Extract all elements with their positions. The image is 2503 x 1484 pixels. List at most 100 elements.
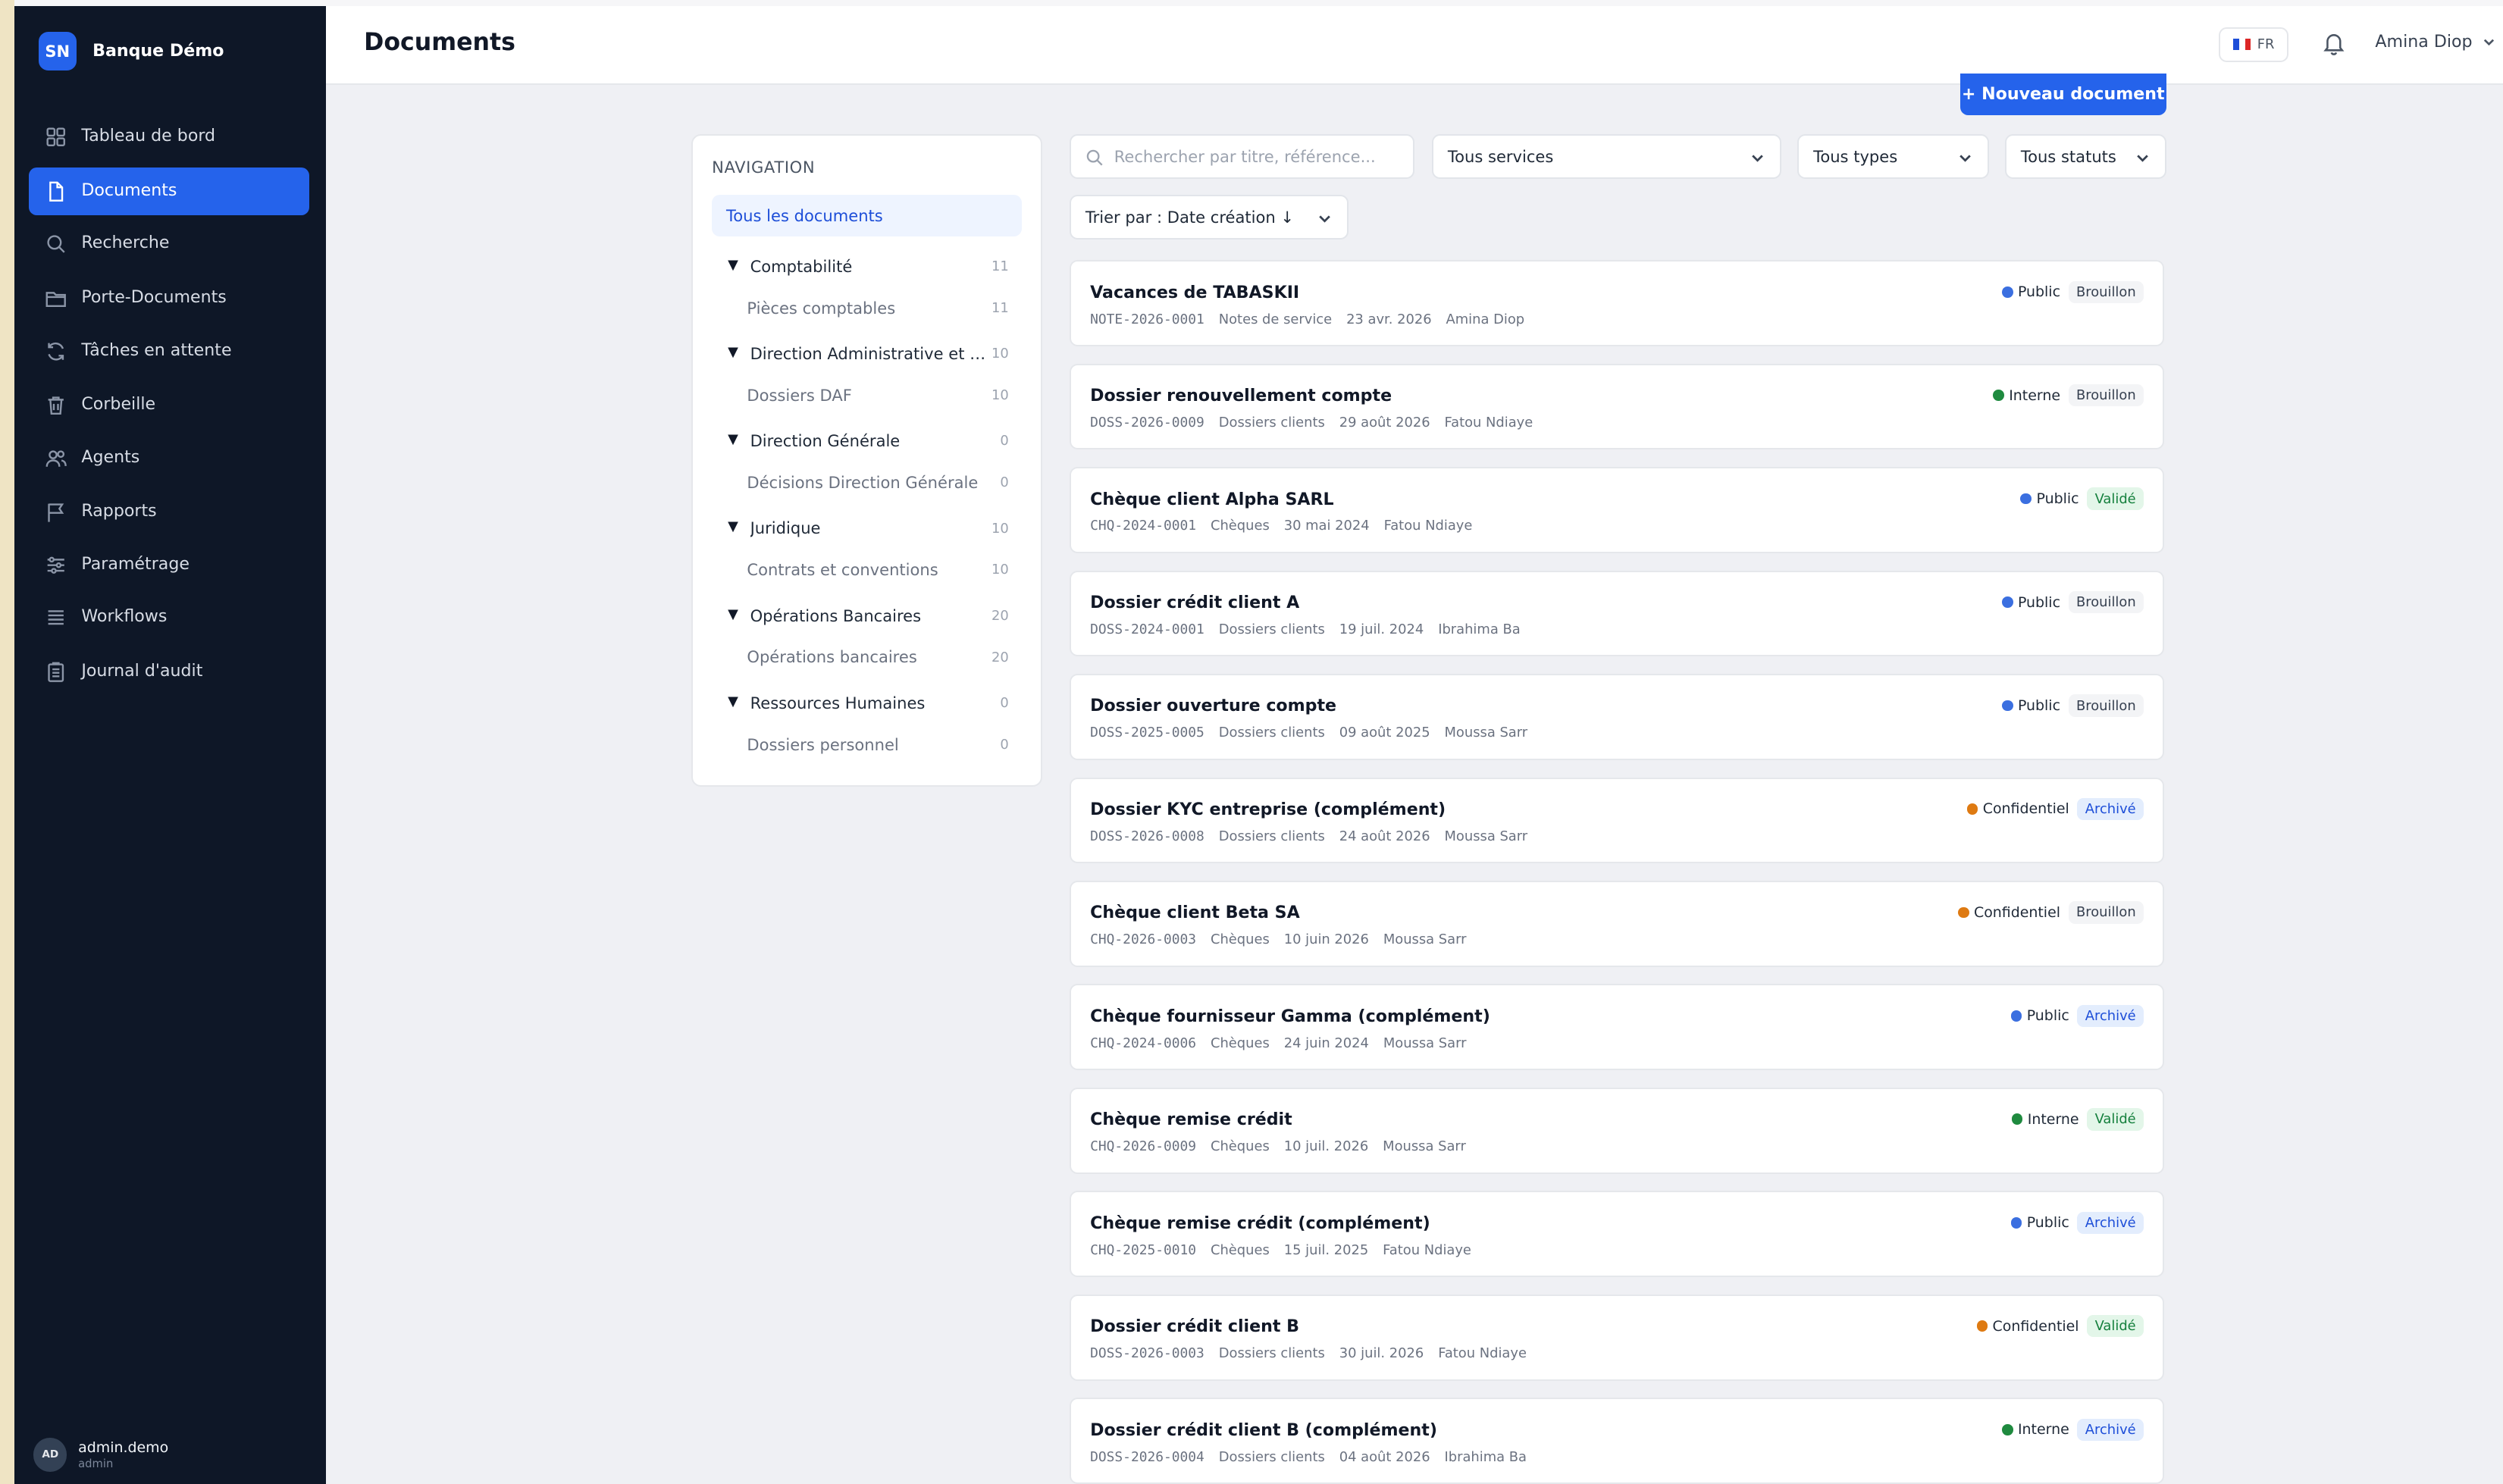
nav-group[interactable]: ▼ Direction Générale 0	[712, 427, 1022, 459]
brand[interactable]: SN Banque Démo	[38, 32, 224, 70]
nav-group[interactable]: ▼ Comptabilité 11	[712, 252, 1022, 284]
document-title: Dossier renouvellement compte	[1090, 386, 1392, 406]
services-select[interactable]: Tous services	[1431, 133, 1782, 179]
confidentiality-badge: Interne	[2011, 1111, 2079, 1128]
sidebar-item-porte-documents[interactable]: Porte-Documents	[29, 274, 310, 322]
document-badges: Public Archivé	[2010, 1211, 2144, 1235]
user-name: admin.demo	[78, 1439, 169, 1456]
document-title: Chèque fournisseur Gamma (complément)	[1090, 1006, 1490, 1026]
list-icon	[48, 610, 64, 625]
nav-group[interactable]: ▼ Juridique 10	[712, 514, 1022, 546]
document-badges: Interne Archivé	[2001, 1418, 2144, 1441]
nav-subitem[interactable]: Contrats et conventions 10	[712, 556, 1022, 587]
document-card[interactable]: Chèque client Alpha SARL CHQ-2024-0001 Chè…	[1069, 467, 2165, 553]
document-badges: Public Brouillon	[2001, 280, 2144, 303]
nav-group-count: 0	[1000, 433, 1009, 449]
nav-group-label: Direction Générale	[750, 431, 901, 451]
caret-down-icon: ▼	[728, 256, 738, 273]
statuses-select[interactable]: Tous statuts	[2004, 133, 2166, 179]
search-icon	[47, 235, 65, 254]
document-title: Dossier crédit client B (complément)	[1090, 1420, 1437, 1440]
document-date: 24 juin 2024	[1283, 1035, 1369, 1051]
search-placeholder: Rechercher par titre, référence...	[1114, 146, 1376, 166]
chevron-down-icon	[1959, 155, 1971, 162]
sidebar-item-tableau-de-bord[interactable]: Tableau de bord	[29, 114, 310, 161]
sort-select[interactable]: Trier par : Date création ↓	[1069, 194, 1349, 240]
sidebar-item-label: Workflows	[81, 606, 168, 627]
sidebar-item-label: Rapports	[81, 501, 157, 521]
document-card[interactable]: Chèque remise crédit (complément) CHQ-202…	[1069, 1191, 2165, 1278]
document-author: Moussa Sarr	[1383, 1138, 1466, 1155]
document-card[interactable]: Dossier crédit client B (complément) DOSS…	[1069, 1398, 2165, 1484]
types-select[interactable]: Tous types	[1797, 133, 1989, 179]
confidentiality-badge: Public	[2001, 593, 2060, 611]
document-card[interactable]: Dossier KYC entreprise (complément) DOSS-…	[1069, 777, 2165, 864]
nav-subitem[interactable]: Dossiers DAF 10	[712, 381, 1022, 413]
sidebar-item-corbeille[interactable]: Corbeille	[29, 381, 310, 429]
document-date: 29 août 2026	[1339, 414, 1430, 430]
nav-subitem[interactable]: Pièces comptables 11	[712, 293, 1022, 325]
nav-group[interactable]: ▼ Ressources Humaines 0	[712, 689, 1022, 721]
caret-down-icon: ▼	[728, 431, 738, 448]
confidentiality-badge: Confidentiel	[1976, 1317, 2079, 1335]
status-badge: Validé	[2087, 1315, 2144, 1338]
document-card[interactable]: Chèque fournisseur Gamma (complément) CHQ…	[1069, 984, 2165, 1071]
confidentiality-label: Interne	[2017, 1421, 2069, 1439]
bell-icon[interactable]	[2321, 30, 2347, 56]
confidentiality-dot	[2010, 1010, 2022, 1022]
nav-subitem-label: Dossiers DAF	[747, 385, 852, 405]
brand-logo: SN	[38, 32, 77, 70]
confidentiality-dot	[2001, 700, 2013, 712]
document-card[interactable]: Chèque remise crédit CHQ-2026-0009 Chèques…	[1069, 1087, 2165, 1174]
document-reference: DOSS-2026-0008	[1090, 828, 1205, 844]
nav-subitem-label: Opérations bancaires	[747, 647, 917, 667]
search-input[interactable]: Rechercher par titre, référence...	[1069, 133, 1414, 179]
nav-subitem[interactable]: Opérations bancaires 20	[712, 643, 1022, 675]
document-type: Chèques	[1210, 1241, 1270, 1258]
document-card[interactable]: Dossier ouverture compte DOSS-2025-0005 Do…	[1069, 674, 2165, 760]
sidebar-item-label: Paramétrage	[81, 553, 190, 574]
confidentiality-dot	[2001, 286, 2013, 298]
document-author: Moussa Sarr	[1444, 725, 1528, 741]
sidebar-user[interactable]: AD admin.demo admin	[33, 1438, 169, 1472]
document-type: Dossiers clients	[1218, 414, 1325, 430]
document-card[interactable]: Vacances de TABASKII NOTE-2026-0001 Notes …	[1069, 260, 2165, 346]
chevron-down-icon	[2484, 39, 2495, 45]
nav-subitem[interactable]: Dossiers personnel 0	[712, 730, 1022, 762]
document-badges: Confidentiel Validé	[1976, 1315, 2144, 1338]
document-meta: DOSS-2026-0009 Dossiers clients 29 août 20…	[1090, 415, 1533, 430]
nav-subitem-count: 0	[1000, 736, 1009, 753]
sidebar-item-taches-en-attente[interactable]: Tâches en attente	[29, 327, 310, 375]
document-card[interactable]: Dossier crédit client A DOSS-2024-0001 Dos…	[1069, 570, 2165, 657]
document-author: Fatou Ndiaye	[1383, 518, 1473, 534]
document-card[interactable]: Dossier crédit client B DOSS-2026-0003 Dos…	[1069, 1294, 2165, 1381]
sidebar-item-parametrage[interactable]: Paramétrage	[29, 541, 310, 589]
user-role: admin	[78, 1457, 114, 1470]
document-reference: DOSS-2024-0001	[1090, 621, 1205, 637]
sidebar-item-rapports[interactable]: Rapports	[29, 488, 310, 536]
confidentiality-label: Confidentiel	[1992, 1317, 2079, 1335]
nav-all-documents[interactable]: Tous les documents	[712, 194, 1022, 236]
users-icon	[45, 449, 67, 467]
sidebar-item-documents[interactable]: Documents	[28, 167, 310, 216]
document-card[interactable]: Dossier renouvellement compte DOSS-2026-0…	[1069, 363, 2165, 450]
sidebar-item-journal-audit[interactable]: Journal d'audit	[29, 648, 310, 696]
nav-subitem[interactable]: Décisions Direction Générale 0	[712, 468, 1022, 500]
sidebar-item-workflows[interactable]: Workflows	[29, 593, 310, 641]
document-card[interactable]: Chèque client Beta SA CHQ-2026-0003 Chèque…	[1069, 880, 2165, 967]
document-type: Dossiers clients	[1218, 1345, 1325, 1362]
confidentiality-dot	[2011, 1113, 2023, 1126]
new-document-button[interactable]: + Nouveau document	[1959, 73, 2166, 115]
sidebar-item-recherche[interactable]: Recherche	[29, 221, 310, 268]
nav-group[interactable]: ▼ Opérations Bancaires 20	[712, 601, 1022, 633]
brand-name: Banque Démo	[92, 41, 224, 61]
nav-group[interactable]: ▼ Direction Administrative et Financière1…	[712, 340, 1022, 371]
caret-down-icon: ▼	[728, 606, 738, 622]
confidentiality-label: Public	[2017, 593, 2060, 611]
language-switcher[interactable]: FR	[2219, 27, 2289, 62]
user-menu[interactable]: Amina Diop	[2375, 32, 2496, 52]
topbar: Documents FR Amina Diop	[325, 6, 2503, 85]
sidebar-item-agents[interactable]: Agents	[29, 434, 310, 482]
nav-subitem-count: 11	[991, 299, 1009, 316]
nav-subitem-count: 10	[991, 562, 1009, 578]
